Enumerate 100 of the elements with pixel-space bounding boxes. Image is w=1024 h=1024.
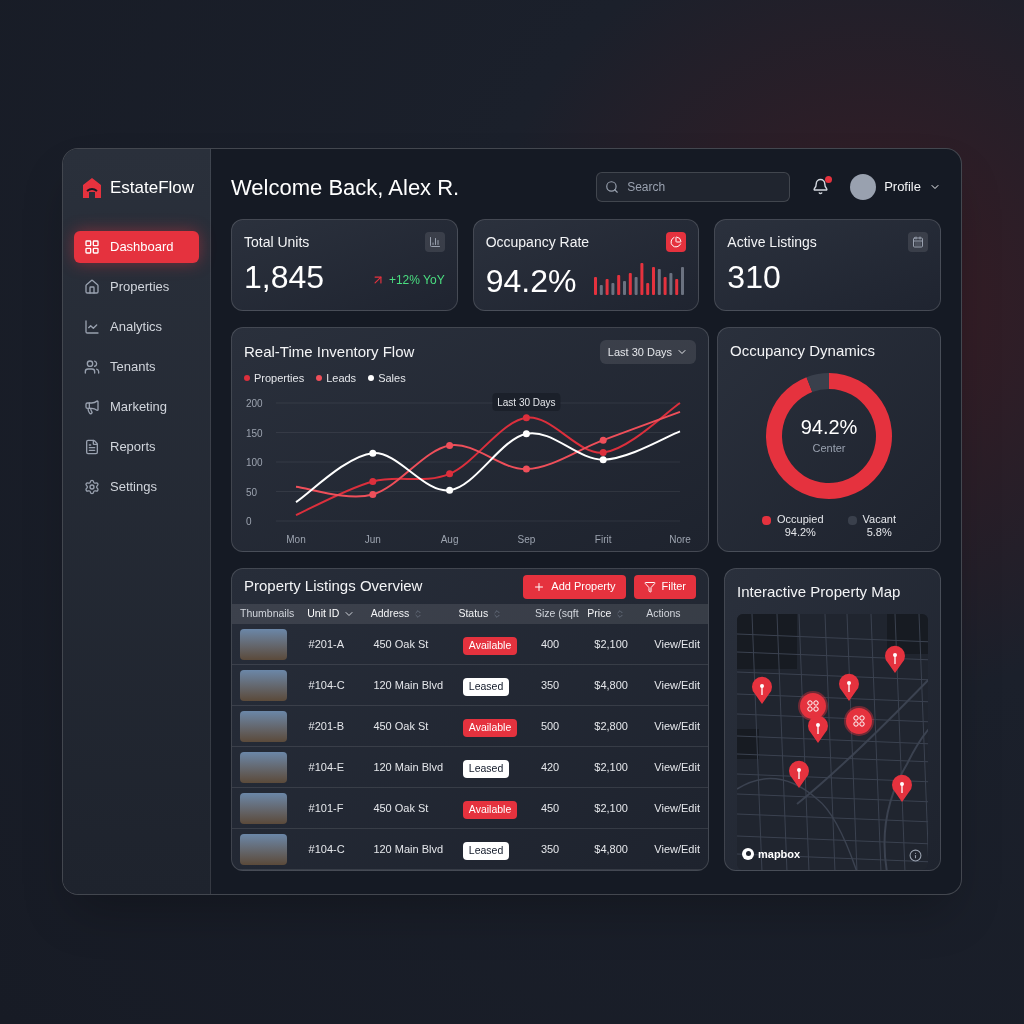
column-header: Actions — [646, 606, 681, 622]
x-axis-label: Firit — [594, 533, 612, 545]
sidebar-item[interactable]: Analytics — [74, 310, 199, 343]
unit-id-cell-text: #104-C — [308, 841, 346, 857]
view-edit-link[interactable]: View/Edit — [654, 840, 700, 858]
status-badge: Available — [462, 719, 518, 737]
sidebar-item[interactable]: Reports — [74, 430, 199, 463]
add-property-button[interactable]: Add Property — [523, 574, 626, 599]
card-title: Interactive Property Map — [737, 582, 902, 602]
y-axis-label: 50 — [246, 486, 258, 497]
table-row[interactable]: #201-A 450 Oak St Available 400 $2,100 View/Edit — [232, 624, 708, 665]
chart-tooltip: Last 30 Days — [492, 392, 561, 411]
size-cell-text: 350 — [540, 677, 561, 693]
nav-icon — [84, 398, 100, 415]
photo-placeholder — [240, 628, 287, 660]
status-badge: Available — [462, 801, 518, 819]
price-cell-text: $2,100 — [594, 800, 629, 816]
nav-icon — [84, 318, 100, 335]
sidebar-item[interactable]: Marketing — [74, 390, 199, 423]
legend-label: Sales — [378, 371, 406, 386]
profile-menu[interactable]: Profile — [850, 174, 941, 200]
unit-id-cell-text: #201-A — [308, 636, 346, 652]
table-row[interactable]: #104-E 120 Main Blvd Leased 420 $2,100 View/Edit — [232, 747, 708, 788]
unit-id-cell-text: #104-E — [308, 759, 346, 775]
sidebar-item[interactable]: Dashboard — [74, 230, 199, 263]
map-pin-icon[interactable] — [789, 760, 809, 788]
column-header[interactable]: Status — [458, 606, 489, 622]
legend-label: Occupied — [777, 512, 824, 527]
data-point — [369, 449, 377, 457]
view-edit-link[interactable]: View/Edit — [654, 676, 700, 694]
price-cell-text: $2,100 — [594, 636, 629, 652]
y-axis-label: 200 — [246, 397, 263, 409]
column-header[interactable]: Unit ID — [307, 606, 340, 622]
cluster-marker-icon[interactable] — [844, 705, 874, 736]
nav-icon — [84, 238, 100, 255]
y-axis-label: 150 — [246, 427, 263, 438]
data-point — [369, 490, 377, 498]
notification-bell-icon[interactable] — [812, 178, 831, 196]
x-axis-label: Mon — [286, 533, 306, 545]
x-axis-label: Aug — [440, 533, 459, 545]
status-badge: Leased — [462, 760, 510, 778]
table-row[interactable]: #101-F 450 Oak St Available 450 $2,100 View/Edit — [232, 788, 708, 829]
size-cell-text: 450 — [540, 800, 561, 816]
view-edit-link[interactable]: View/Edit — [654, 635, 700, 653]
map-pin-icon[interactable] — [839, 673, 859, 701]
plus-icon — [533, 580, 546, 593]
address-cell-text: 450 Oak St — [373, 718, 430, 734]
map-attribution[interactable]: mapbox — [758, 845, 801, 862]
data-point — [522, 429, 530, 437]
table-row[interactable]: #104-C 120 Main Blvd Leased 350 $4,800 View/Edit — [232, 829, 708, 870]
map-view[interactable]: mapbox — [737, 613, 928, 870]
data-point — [522, 465, 530, 473]
column-header: Thumbnails — [240, 606, 295, 622]
filter-button[interactable]: Filter — [633, 574, 696, 599]
stat-value: 94.2% — [485, 265, 577, 297]
data-point — [446, 469, 454, 477]
nav-icon — [84, 358, 100, 375]
table-row[interactable]: #201-B 450 Oak St Available 500 $2,800 View/Edit — [232, 706, 708, 747]
data-point — [446, 486, 454, 494]
unit-id-cell-text: #104-C — [308, 677, 346, 693]
stat-value: 310 — [727, 261, 781, 293]
cluster-marker-icon[interactable] — [798, 690, 828, 721]
y-axis-label: 100 — [246, 456, 263, 468]
view-edit-link[interactable]: View/Edit — [654, 758, 700, 776]
view-edit-link[interactable]: View/Edit — [654, 717, 700, 735]
stat-title: Occupancy Rate — [485, 233, 590, 252]
range-dropdown[interactable]: Last 30 Days — [599, 340, 696, 364]
mapbox-logo-icon — [742, 847, 754, 860]
data-point — [446, 441, 454, 449]
size-cell-text: 500 — [540, 718, 561, 734]
status-badge: Leased — [462, 678, 510, 696]
unit-id-cell-text: #201-B — [308, 718, 346, 734]
nav-icon — [84, 438, 100, 455]
column-header[interactable]: Address — [370, 606, 410, 622]
x-axis-label: Sep — [517, 533, 536, 545]
filter-icon — [643, 580, 656, 593]
app-logo-text: EstateFlow — [110, 177, 195, 199]
sidebar-item[interactable]: Properties — [74, 270, 199, 303]
nav-icon — [84, 278, 100, 295]
stat-icon — [424, 232, 445, 252]
legend-value: 5.8% — [866, 526, 892, 540]
map-pin-icon[interactable] — [892, 774, 912, 802]
map-pin-icon[interactable] — [885, 645, 905, 673]
info-icon[interactable] — [909, 849, 922, 862]
x-axis-label: Jun — [364, 533, 381, 545]
photo-placeholder — [240, 751, 287, 783]
table-row[interactable]: #104-C 120 Main Blvd Leased 350 $4,800 View/Edit — [232, 665, 708, 706]
annotation: Last 30 Days — [497, 396, 556, 408]
card-title: Occupancy Dynamics — [730, 341, 876, 361]
map-pin-icon[interactable] — [752, 676, 772, 704]
photo-placeholder — [240, 669, 287, 701]
column-header[interactable]: Price — [587, 606, 612, 622]
view-edit-link[interactable]: View/Edit — [654, 799, 700, 817]
donut-center-label: Center — [812, 440, 846, 456]
sidebar-item[interactable]: Settings — [74, 470, 199, 503]
stat-icon — [666, 232, 687, 252]
photo-placeholder — [240, 710, 287, 742]
sidebar-item[interactable]: Tenants — [74, 350, 199, 383]
photo-placeholder — [240, 792, 287, 824]
address-cell-text: 450 Oak St — [373, 636, 430, 652]
